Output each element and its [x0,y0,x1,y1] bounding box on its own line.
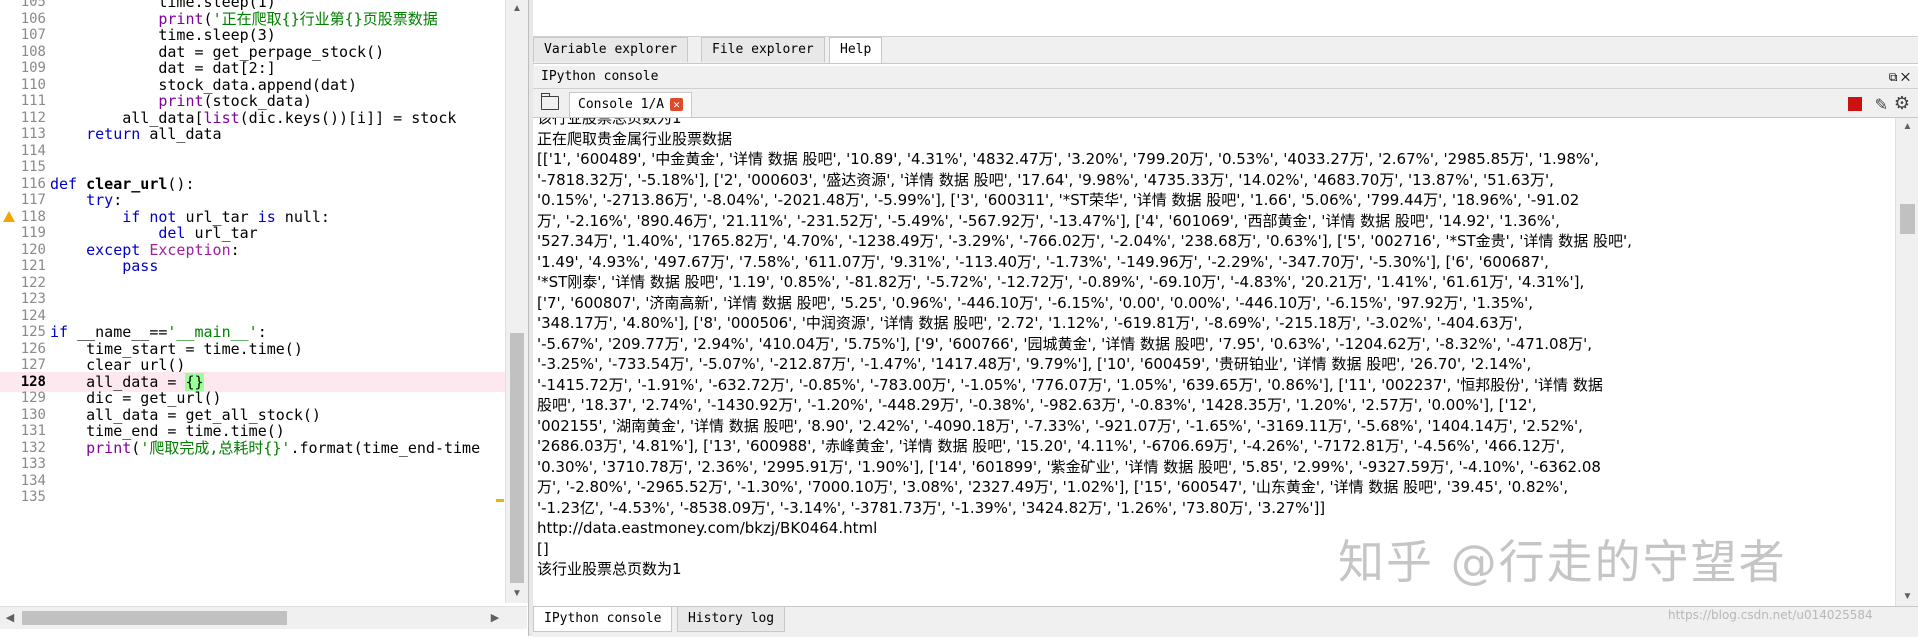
console-line: 该行业股票总页数为1 [537,118,682,127]
close-pane-icon[interactable]: ✕ [1901,70,1910,84]
console-line: 该行业股票总页数为1 [537,560,682,578]
scroll-up-icon[interactable]: ▲ [1896,118,1918,136]
console-line: '2686.03万', '4.81%'], ['13', '600988', '… [537,437,1565,455]
console-toolbar: Console 1/A ✕ ✎ ⚙ [533,89,1918,118]
console-line: '1.49', '4.93%', '497.67万', '7.58%', '61… [537,252,1549,271]
scroll-left-icon[interactable]: ◀ [0,607,20,629]
warning-marker [496,499,504,502]
console-line: '-1415.72万', '-1.91%', '-632.72万', '-0.8… [537,375,1603,394]
editor-scroll-thumb[interactable] [510,333,524,583]
console-line: '-7818.32万', '-5.18%'], ['2', '000603', … [537,170,1554,189]
watermark-url: https://blog.csdn.net/u014025584 [1668,608,1873,622]
console-line: '0.15%', '-2713.86万', '-8.04%', '-2021.4… [537,191,1580,209]
scroll-down-icon[interactable]: ▼ [506,585,528,603]
code-line[interactable]: 135 [0,487,505,507]
stop-icon[interactable] [1848,97,1862,111]
tab-variable-explorer[interactable]: Variable explorer [533,37,689,62]
console-tab-label: Console 1/A [578,97,665,112]
console-line: 正在爬取贵金属行业股票数据 [537,129,733,148]
undock-icon[interactable]: ⧉ [1889,70,1898,84]
top-tab-bar: Variable explorer File explorer Help [533,37,1918,64]
console-line: '348.17万', '4.80%'], ['8', '000506', '中润… [537,314,1523,332]
tab-help[interactable]: Help [829,37,883,63]
console-line: '-5.67%', '209.77万', '2.94%', '410.04万',… [537,334,1593,353]
console-line: 万', '-2.16%', '890.46万', '21.11%', '-231… [537,211,1560,230]
watermark: 知乎 @行走的守望者 [1338,535,1787,589]
tab-console-1[interactable]: Console 1/A ✕ [569,92,693,117]
editor-horizontal-scrollbar[interactable]: ◀ ▶ [0,606,527,629]
console-vertical-scrollbar[interactable]: ▲ ▼ [1895,118,1918,606]
console-line: '527.34万', '1.40%', '1765.82万', '4.70%',… [537,232,1632,250]
console-line: http://data.eastmoney.com/bkzj/BK0464.ht… [537,519,878,537]
console-line: [] [537,539,549,558]
scroll-down-icon[interactable]: ▼ [1896,588,1918,606]
pane-controls: ⧉ ✕ [1889,66,1910,88]
gear-icon[interactable]: ⚙ [1894,93,1910,114]
close-icon[interactable]: ✕ [670,98,684,111]
console-line: '-3.25%', '-733.54万', '-5.07%', '-212.87… [537,355,1532,373]
tab-file-explorer[interactable]: File explorer [701,37,825,62]
console-line: '*ST刚泰', '详情 数据 股吧', '1.19', '0.85%', '-… [537,273,1585,291]
scroll-up-icon[interactable]: ▲ [506,0,528,18]
editor-hscroll-thumb[interactable] [22,611,287,625]
console-line: ['7', '600807', '济南高新', '详情 数据 股吧', '5.2… [537,293,1534,312]
console-pane-title: IPython console [541,69,659,84]
eraser-icon[interactable]: ✎ [1875,95,1888,115]
code-area[interactable]: 105 time.sleep(1) 106 print('正在爬取{}行业第{}页… [0,0,505,603]
console-line: [['1', '600489', '中金黄金', '详情 数据 股吧', '10… [537,150,1600,168]
tab-ipython-console[interactable]: IPython console [533,607,673,632]
console-line: 股吧', '18.37', '2.74%', '-1430.92万', '-1.… [537,396,1537,414]
scroll-right-icon[interactable]: ▶ [485,607,505,629]
line-number: 135 [20,489,46,505]
console-pane-header: IPython console ⧉ ✕ [533,66,1918,89]
console-line: '002155', '湖南黄金', '详情 数据 股吧', '8.90', '2… [537,416,1583,435]
console-line: '0.30%', '3710.78万', '2.36%', '2995.91万'… [537,457,1601,476]
editor-vertical-scrollbar[interactable]: ▲ ▼ [505,0,528,603]
code-editor[interactable]: 105 time.sleep(1) 106 print('正在爬取{}行业第{}页… [0,0,529,636]
folder-icon[interactable] [541,93,559,110]
tab-history-log[interactable]: History log [677,607,786,632]
help-pane [533,0,1918,37]
console-scroll-thumb[interactable] [1900,204,1915,234]
warning-icon[interactable] [3,210,15,222]
console-line: '-1.23亿', '-4.53%', '-8538.09万', '-3.14%… [537,498,1326,517]
console-line: 万', '-2.80%', '-2965.52万', '-1.30%', '70… [537,478,1569,496]
